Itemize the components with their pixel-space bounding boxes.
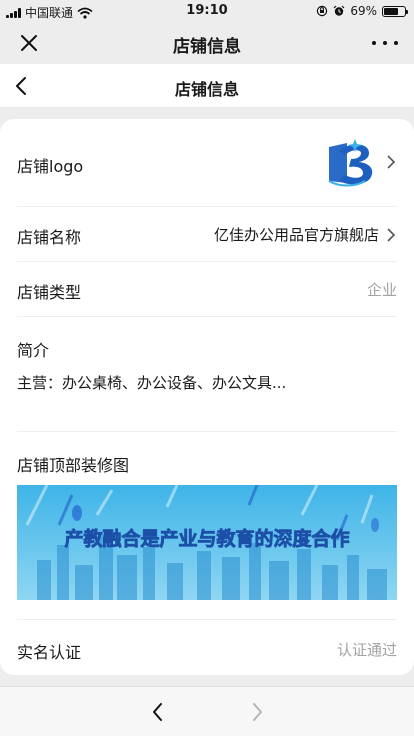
shop-logo-value [325, 137, 397, 187]
more-icon[interactable] [372, 32, 398, 54]
battery-percent: 69% [350, 4, 377, 18]
shop-logo-label: 店铺logo [17, 157, 84, 176]
shop-type-row: 店铺类型 企业 [17, 262, 397, 317]
wechat-nav-bar: 店铺信息 [0, 22, 414, 64]
shop-type-value: 企业 [366, 281, 397, 299]
shop-logo-row[interactable]: 店铺logo [17, 119, 397, 207]
chevron-right-icon [387, 227, 396, 242]
wechat-nav-title: 店铺信息 [173, 37, 241, 57]
shop-logo-image [328, 139, 373, 187]
bottom-nav-bar [0, 686, 414, 736]
shop-name-value: 亿佳办公用品官方旗舰店 [213, 226, 379, 244]
verify-value: 认证通过 [336, 641, 397, 659]
verify-label: 实名认证 [17, 643, 82, 662]
forward-chevron-icon [253, 703, 262, 721]
shop-name-value-wrap: 亿佳办公用品官方旗舰店 [214, 224, 397, 245]
shop-intro-text: 主营：办公桌椅、办公设备、办公文具... [17, 374, 287, 392]
alarm-icon [333, 5, 345, 16]
orientation-lock-icon [317, 5, 328, 17]
battery-fill [384, 7, 398, 15]
shop-banner-text: 产教融合是产业与教育的深度合作 [64, 527, 349, 550]
shop-banner-image[interactable]: 产教融合是产业与教育的深度合作 [17, 485, 397, 600]
page-title: 店铺信息 [174, 80, 239, 99]
shop-info-card: 店铺logo 店铺名称 亿佳办公用品官方旗舰店 店铺类型 企业 简介 主营：办公… [0, 119, 414, 675]
shop-intro-label: 简介 [17, 341, 50, 360]
shop-name-row[interactable]: 店铺名称 亿佳办公用品官方旗舰店 [17, 207, 397, 262]
shop-banner-label: 店铺顶部装修图 [17, 456, 130, 475]
shop-name-label: 店铺名称 [17, 228, 82, 247]
shop-banner-row: 店铺顶部装修图 产教融合是产业与教育的深度合作 [17, 432, 397, 620]
status-bar: 中国联通 19:10 69% [0, 0, 414, 22]
shop-type-label: 店铺类型 [17, 283, 82, 302]
chevron-right-icon [387, 155, 396, 169]
battery-icon [382, 5, 408, 17]
status-right: 69% [316, 4, 408, 18]
page-nav-bar: 店铺信息 [0, 64, 414, 108]
back-chevron-icon[interactable] [146, 700, 170, 724]
shop-intro-row: 简介 主营：办公桌椅、办公设备、办公文具... [17, 317, 397, 432]
verify-row: 实名认证 认证通过 [17, 620, 397, 677]
